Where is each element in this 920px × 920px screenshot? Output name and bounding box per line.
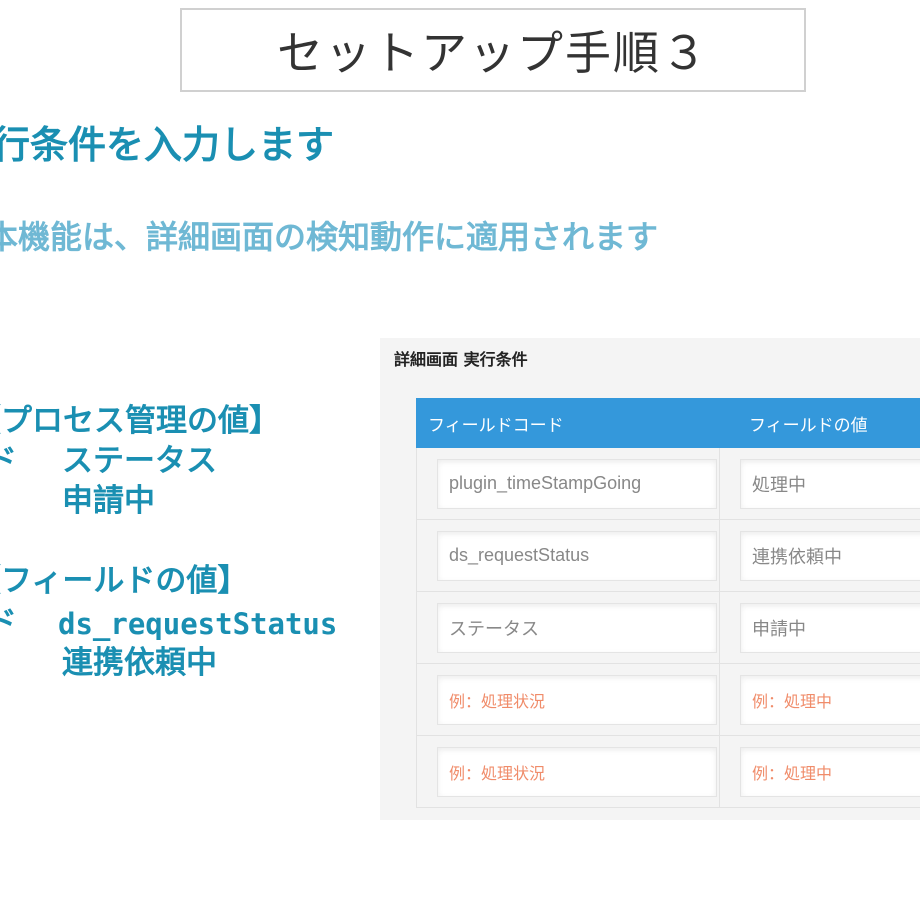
panel-label: 詳細画面 実行条件 [394, 350, 528, 369]
field-value-input[interactable]: 例：処理中 [740, 674, 920, 725]
field-value-input[interactable]: 処理中 [740, 458, 920, 509]
slide-title: セットアップ手順３ [277, 26, 709, 80]
table-row: 例：処理状況 例：処理中 [416, 664, 920, 736]
field-value-cell: 処理中 [720, 448, 920, 519]
field-value-input[interactable]: 連携依頼中 [740, 530, 920, 581]
field-value-cell: 申請中 [720, 592, 920, 663]
field-code-input[interactable]: ds_requestStatus [437, 530, 717, 581]
field-code-cell: ステータス [417, 592, 720, 663]
field-code-cell: 例：処理状況 [417, 664, 720, 735]
field-code-input[interactable]: plugin_timeStampGoing [437, 458, 717, 509]
field-value-cell: 例：処理中 [720, 664, 920, 735]
field-value-input[interactable]: 申請中 [740, 602, 920, 653]
table-row: ステータス 申請中 [416, 592, 920, 664]
field-code-cell: plugin_timeStampGoing [417, 448, 720, 519]
field-code-cell: 例：処理状況 [417, 736, 720, 807]
table-row: plugin_timeStampGoing 処理中 [416, 448, 920, 520]
slide-subheading: 本機能は、詳細画面の検知動作に適用されます [0, 218, 659, 256]
field-code-prefix: ド [0, 605, 17, 641]
condition-table: フィールドコード フィールドの値 plugin_timeStampGoing 処理… [416, 398, 920, 808]
process-value: 申請中 [62, 483, 155, 519]
field-group-label: 【フィールドの値】 [0, 563, 249, 599]
header-field-value: フィールドの値 [749, 415, 868, 436]
process-field-name: ステータス [62, 443, 217, 479]
field-code-input[interactable]: ステータス [437, 602, 717, 653]
slide-title-box: セットアップ手順３ [180, 8, 806, 92]
field-value: 連携依頼中 [62, 645, 217, 681]
field-code-input[interactable]: 例：処理状況 [437, 746, 717, 797]
process-group-label: 【プロセス管理の値】 [0, 403, 280, 439]
header-field-code: フィールドコード [428, 415, 564, 436]
table-row: ds_requestStatus 連携依頼中 [416, 520, 920, 592]
process-field-prefix: ド [0, 443, 17, 479]
table-header: フィールドコード フィールドの値 [416, 398, 920, 448]
table-row: 例：処理状況 例：処理中 [416, 736, 920, 808]
execution-condition-panel: 詳細画面 実行条件 フィールドコード フィールドの値 plugin_timeSt… [380, 338, 920, 820]
field-code-name: ds_requestStatus [58, 607, 338, 641]
field-value-cell: 連携依頼中 [720, 520, 920, 591]
field-code-input[interactable]: 例：処理状況 [437, 674, 717, 725]
field-value-input[interactable]: 例：処理中 [740, 746, 920, 797]
slide-heading: 行条件を入力します [0, 123, 335, 167]
field-code-cell: ds_requestStatus [417, 520, 720, 591]
field-value-cell: 例：処理中 [720, 736, 920, 807]
